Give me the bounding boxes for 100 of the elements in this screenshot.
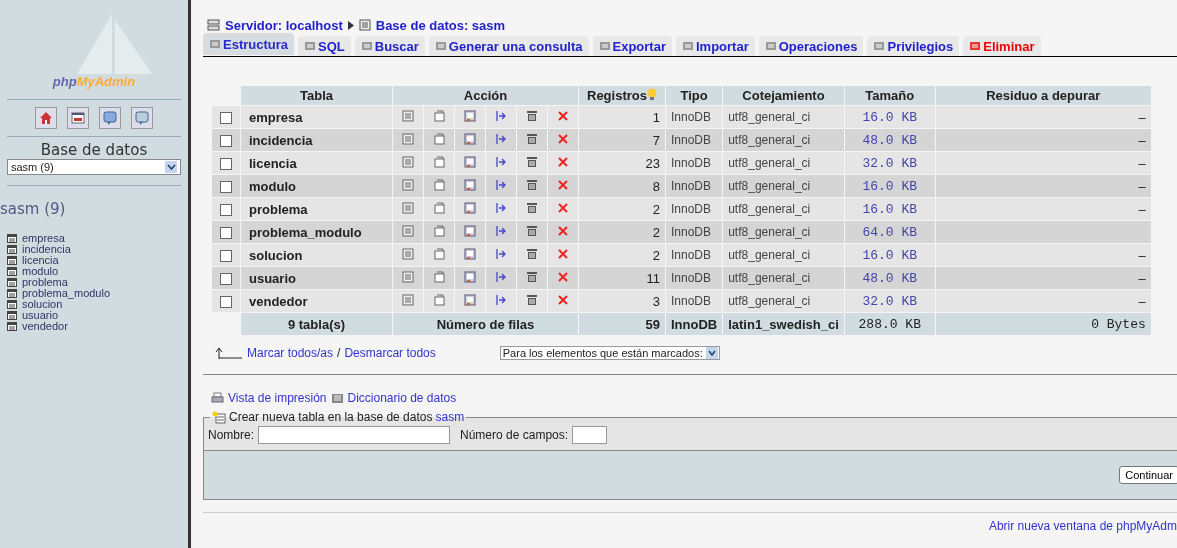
insert-icon[interactable] [495,155,507,168]
table-icon[interactable] [7,311,17,320]
trash-icon[interactable] [526,247,538,260]
window-icon[interactable] [464,270,476,283]
table-icon[interactable] [7,289,17,298]
sidebar-table-link[interactable]: incidencia [22,244,71,255]
tab[interactable]: Exportar [592,36,672,56]
table-name-field[interactable] [258,426,450,444]
database-select[interactable]: sasm (9) [7,159,181,175]
document-icon[interactable] [433,132,445,145]
checkbox[interactable] [220,227,232,240]
checkbox[interactable] [220,204,232,217]
trash-icon[interactable] [526,132,538,145]
trash-icon[interactable] [526,155,538,168]
grid-icon[interactable] [402,293,414,306]
sidebar-table-link[interactable]: modulo [22,266,59,277]
trash-icon[interactable] [526,109,538,122]
trash-icon[interactable] [526,201,538,214]
insert-icon[interactable] [495,270,507,283]
check-all-link[interactable]: Marcar todos/as [247,346,334,360]
trash-icon[interactable] [526,293,538,306]
grid-icon[interactable] [402,270,414,283]
table-name-cell[interactable]: solucion [241,244,392,266]
delete-icon[interactable] [557,201,569,214]
database-link[interactable]: Base de datos: sasm [375,17,506,33]
table-name-cell[interactable]: problema [241,198,392,220]
grid-icon[interactable] [402,224,414,237]
checkbox[interactable] [220,273,232,286]
table-icon[interactable] [7,234,17,243]
document-icon[interactable] [433,178,445,191]
checkbox[interactable] [220,135,232,148]
grid-icon[interactable] [402,201,414,214]
document-icon[interactable] [433,109,445,122]
insert-icon[interactable] [495,132,507,145]
insert-icon[interactable] [495,178,507,191]
table-name-cell[interactable]: incidencia [241,129,392,151]
table-name-cell[interactable]: vendedor [241,290,392,312]
trash-icon[interactable] [526,178,538,191]
sql-window-button[interactable] [67,107,89,129]
table-icon[interactable] [7,300,17,309]
document-icon[interactable] [433,155,445,168]
window-icon[interactable] [464,132,476,145]
window-icon[interactable] [464,109,476,122]
table-icon[interactable] [7,278,17,287]
tab[interactable]: Buscar [354,36,425,56]
grid-icon[interactable] [402,247,414,260]
checkbox[interactable] [220,158,232,171]
insert-icon[interactable] [495,293,507,306]
grid-icon[interactable] [402,178,414,191]
tab[interactable]: Importar [675,36,755,56]
delete-icon[interactable] [557,224,569,237]
window-icon[interactable] [464,293,476,306]
docs-button[interactable] [131,107,153,129]
table-icon[interactable] [7,322,17,331]
insert-icon[interactable] [495,201,507,214]
delete-icon[interactable] [557,178,569,191]
sidebar-table-link[interactable]: empresa [22,233,65,244]
document-icon[interactable] [433,247,445,260]
sidebar-table-link[interactable]: vendedor [22,321,68,332]
tab[interactable]: Estructura [203,33,295,55]
grid-icon[interactable] [402,132,414,145]
uncheck-all-link[interactable]: Desmarcar todos [344,346,436,360]
table-name-cell[interactable]: empresa [241,106,392,128]
sidebar-table-link[interactable]: problema_modulo [22,288,111,299]
table-name-cell[interactable]: licencia [241,152,392,174]
document-icon[interactable] [433,224,445,237]
checkbox[interactable] [220,250,232,263]
delete-icon[interactable] [557,247,569,260]
tab[interactable]: Operaciones [758,36,864,56]
sidebar-table-link[interactable]: usuario [22,310,59,321]
table-name-cell[interactable]: modulo [241,175,392,197]
delete-icon[interactable] [557,132,569,145]
delete-icon[interactable] [557,109,569,122]
sidebar-table-link[interactable]: problema [22,277,68,288]
delete-icon[interactable] [557,270,569,283]
checkbox[interactable] [220,112,232,125]
insert-icon[interactable] [495,247,507,260]
table-icon[interactable] [7,245,17,254]
document-icon[interactable] [433,293,445,306]
fields-count-field[interactable] [572,426,608,444]
tab[interactable]: Eliminar [963,36,1041,56]
server-link[interactable]: Servidor: localhost [225,17,343,33]
grid-icon[interactable] [402,155,414,168]
window-icon[interactable] [464,224,476,237]
database-heading[interactable]: sasm (9) [0,200,181,218]
table-name-cell[interactable]: problema_modulo [241,221,392,243]
insert-icon[interactable] [495,224,507,237]
table-icon[interactable] [7,256,17,265]
print-view-link[interactable]: Vista de impresión [228,391,327,405]
data-dictionary-link[interactable]: Diccionario de datos [347,391,457,405]
sidebar-table-link[interactable]: solucion [22,299,63,310]
window-icon[interactable] [464,155,476,168]
help-button[interactable] [99,107,121,129]
insert-icon[interactable] [495,109,507,122]
tab[interactable]: Generar una consulta [428,36,589,56]
continue-button[interactable]: Continuar [1119,466,1177,484]
home-button[interactable] [35,107,57,129]
grid-icon[interactable] [402,109,414,122]
table-icon[interactable] [7,267,17,276]
document-icon[interactable] [433,201,445,214]
